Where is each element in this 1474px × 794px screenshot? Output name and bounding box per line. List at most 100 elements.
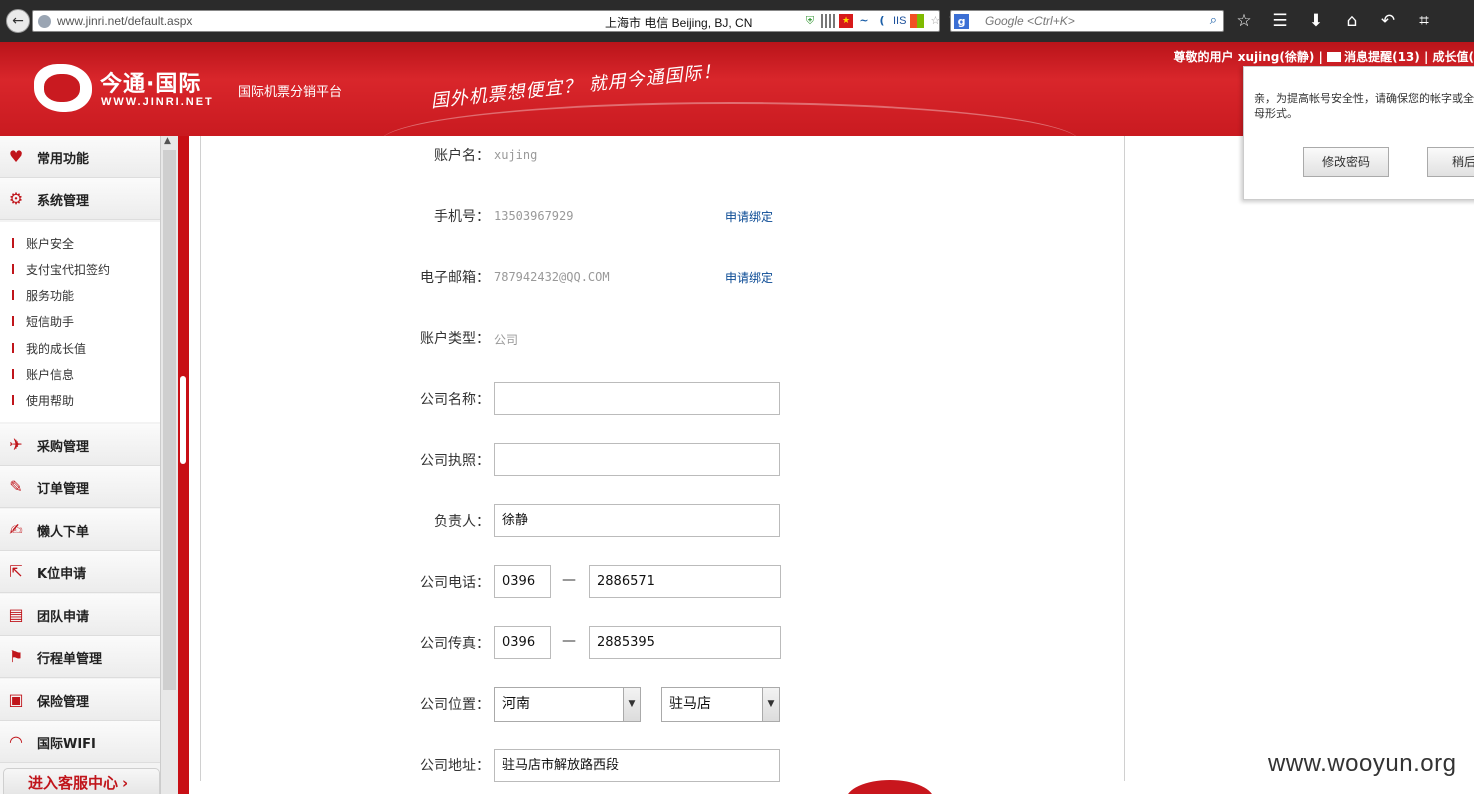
signpost-icon: ⚑ — [8, 647, 24, 666]
submenu-item-alipay[interactable]: 支付宝代扣签约 — [12, 261, 110, 278]
tel-number-input[interactable]: 2886571 — [589, 565, 781, 598]
account-type-label: 账户类型： — [420, 331, 490, 347]
bind-email-link[interactable]: 申请绑定 — [725, 269, 773, 286]
sidebar-item-common[interactable]: ♥ 常用功能 — [0, 136, 160, 178]
sidebar-item-label: 订单管理 — [37, 482, 90, 497]
scroll-up-icon[interactable]: ▲ — [164, 136, 171, 146]
user-greeting[interactable]: 尊敬的用户 xujing(徐静) | — [1174, 50, 1323, 64]
owner-input[interactable]: 徐静 — [494, 504, 780, 537]
search-icon[interactable]: ⌕ — [1210, 13, 1217, 28]
sidebar-item-itinerary[interactable]: ⚑ 行程单管理 — [0, 636, 160, 678]
sidebar-item-team-apply[interactable]: ▤ 团队申请 — [0, 594, 160, 636]
bookmark-star-icon[interactable]: ☆ — [1232, 10, 1256, 32]
email-value: 787942432@QQ.COM — [494, 270, 610, 284]
sidebar-item-wifi[interactable]: ◠ 国际WIFI — [0, 721, 160, 763]
geo-location-text: 上海市 电信 Beijing, BJ, CN — [605, 16, 753, 30]
sidebar-item-label: 保险管理 — [37, 695, 90, 710]
account-name-value: xujing — [494, 148, 538, 162]
search-box[interactable]: g Google <Ctrl+K> ⌕ — [950, 10, 1224, 32]
phone-value: 13503967929 — [494, 209, 574, 223]
license-label: 公司执照： — [420, 453, 490, 469]
system-submenu: 账户安全 支付宝代扣签约 服务功能 短信助手 我的成长值 账户信息 使用帮助 — [0, 222, 160, 422]
home-icon[interactable]: ⌂ — [1340, 10, 1364, 32]
bookmark-star-outline-icon[interactable]: ☆ — [928, 14, 942, 28]
save-button-partial[interactable] — [846, 780, 934, 794]
url-text[interactable]: www.jinri.net/default.aspx — [57, 14, 192, 28]
sidebar-item-orders[interactable]: ✎ 订单管理 — [0, 466, 160, 508]
google-icon[interactable]: g — [954, 14, 969, 29]
bind-phone-link[interactable]: 申请绑定 — [725, 208, 773, 225]
license-input[interactable] — [494, 443, 780, 476]
fax-area-input[interactable]: 0396 — [494, 626, 551, 659]
logo-title: 今通·国际 — [100, 72, 202, 97]
address-label: 公司地址： — [420, 758, 490, 774]
address-input[interactable]: 驻马店市解放路西段 — [494, 749, 780, 782]
sidebar-item-system[interactable]: ⚙ 系统管理 — [0, 178, 160, 220]
iis-label: IIS — [893, 15, 907, 27]
province-value: 河南 — [502, 696, 530, 712]
phone-label: 手机号： — [434, 209, 490, 225]
sidebar-item-label: 系统管理 — [37, 194, 90, 209]
submenu-item-services[interactable]: 服务功能 — [12, 287, 74, 304]
sidebar-item-purchase[interactable]: ✈ 采购管理 — [0, 424, 160, 466]
browser-toolbar: ← www.jinri.net/default.aspx 上海市 电信 Beij… — [0, 0, 1474, 42]
airplane-icon: ✈ — [9, 435, 23, 454]
account-type-value: 公司 — [494, 333, 519, 347]
tel-area-input[interactable]: 0396 — [494, 565, 551, 598]
service-center-button[interactable]: 进入客服中心 › — [3, 768, 160, 794]
address-bar[interactable]: www.jinri.net/default.aspx 上海市 电信 Beijin… — [32, 10, 958, 32]
submenu-item-growth[interactable]: 我的成长值 — [12, 340, 86, 357]
change-password-button[interactable]: 修改密码 — [1303, 147, 1389, 177]
province-select[interactable]: 河南 ▼ — [494, 687, 641, 722]
pencil-list-icon: ✍ — [9, 520, 23, 539]
fax-dash: — — [562, 633, 576, 649]
sidebar-item-lazy-order[interactable]: ✍ 懒人下单 — [0, 509, 160, 551]
wifi-icon: ◠ — [9, 732, 23, 751]
company-name-input[interactable] — [494, 382, 780, 415]
download-icon[interactable]: ⬇ — [1304, 10, 1328, 32]
gear-icon: ⚙ — [8, 189, 24, 208]
elephant-logo-icon — [34, 64, 92, 112]
china-flag-icon: ★ — [839, 14, 853, 28]
briefcase-icon: ▣ — [8, 690, 24, 709]
tel-dash: — — [562, 572, 576, 588]
chevron-down-icon[interactable]: ▼ — [762, 688, 779, 721]
search-placeholder[interactable]: Google <Ctrl+K> — [985, 14, 1075, 28]
undo-icon[interactable]: ↶ — [1376, 10, 1400, 32]
sidebar-scrollbar[interactable]: ▲ — [160, 136, 178, 794]
later-button[interactable]: 稍后修 — [1427, 147, 1474, 177]
reading-list-icon[interactable]: ☰ — [1268, 10, 1292, 32]
crop-icon[interactable]: ⌗ — [1412, 10, 1436, 32]
watermark: www.wooyun.org — [1268, 750, 1457, 777]
submenu-item-account-security[interactable]: 账户安全 — [12, 235, 74, 252]
sidebar-item-label: 行程单管理 — [37, 652, 103, 667]
sidebar-toggle[interactable] — [178, 136, 189, 794]
sidebar-item-label: 常用功能 — [37, 152, 90, 167]
wifi-signal-icon[interactable]: ( — [875, 14, 889, 28]
heart-icon: ♥ — [8, 147, 24, 166]
edit-icon: ✎ — [9, 477, 23, 496]
chevron-down-icon[interactable]: ▼ — [623, 688, 640, 721]
splitter-grip[interactable] — [180, 376, 186, 464]
sidebar-item-label: 采购管理 — [37, 440, 90, 455]
back-icon[interactable]: ← — [6, 9, 30, 33]
city-select[interactable]: 驻马店 ▼ — [661, 687, 780, 722]
submenu-item-help[interactable]: 使用帮助 — [12, 392, 74, 409]
mail-icon — [1327, 52, 1342, 62]
sidebar-item-insurance[interactable]: ▣ 保险管理 — [0, 679, 160, 721]
messages-link[interactable]: 消息提醒(13) | 成长值( — [1344, 50, 1474, 64]
user-bar: 尊敬的用户 xujing(徐静) | 消息提醒(13) | 成长值( — [1174, 48, 1474, 65]
email-label: 电子邮箱： — [420, 270, 490, 286]
sidebar-item-k-apply[interactable]: ⇱ K位申请 — [0, 551, 160, 593]
external-link-icon: ⇱ — [9, 562, 23, 581]
logo-subtitle: 国际机票分销平台 — [238, 85, 343, 100]
wave-icon[interactable]: ~ — [857, 14, 871, 28]
scrollbar-thumb[interactable] — [163, 150, 176, 690]
submenu-item-sms[interactable]: 短信助手 — [12, 313, 74, 330]
shield-icon[interactable]: ⛨ — [803, 14, 817, 28]
submenu-item-account-info[interactable]: 账户信息 — [12, 366, 74, 383]
sidebar: ♥ 常用功能 ⚙ 系统管理 账户安全 支付宝代扣签约 服务功能 短信助手 我的成… — [0, 136, 160, 794]
fax-label: 公司传真： — [420, 636, 490, 652]
qr-code-icon[interactable] — [821, 14, 835, 28]
fax-number-input[interactable]: 2885395 — [589, 626, 781, 659]
